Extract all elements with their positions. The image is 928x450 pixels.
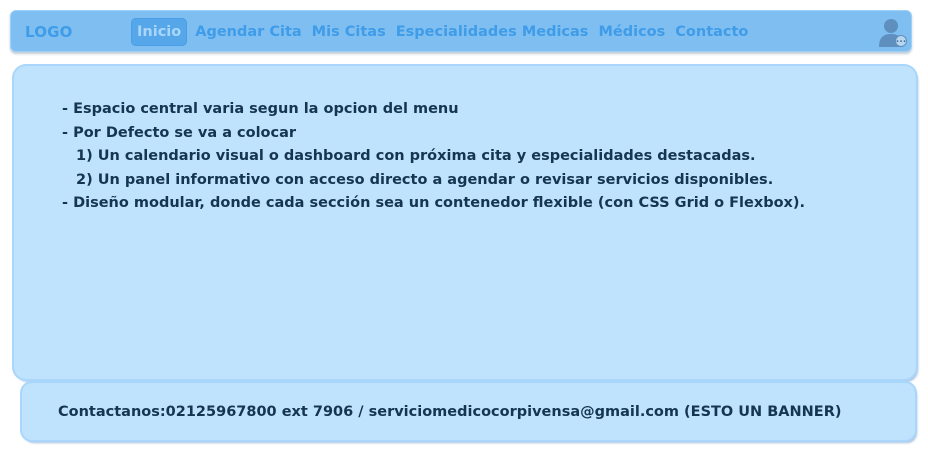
nav-item-especialidades-medicas[interactable]: Especialidades Medicas <box>396 24 589 40</box>
top-navbar: LOGO Inicio Agendar Cita Mis Citas Espec… <box>10 10 912 52</box>
nav-item-label: Inicio <box>137 24 182 40</box>
content-line: - Espacio central varia segun la opcion … <box>62 101 459 117</box>
content-line: - Por Defecto se va a colocar <box>62 124 297 141</box>
logo[interactable]: LOGO <box>25 11 73 53</box>
nav-item-mis-citas[interactable]: Mis Citas <box>312 24 386 40</box>
nav-item-medicos[interactable]: Médicos <box>598 24 665 40</box>
svg-text:•••: ••• <box>896 39 907 46</box>
nav-item-contacto[interactable]: Contacto <box>675 24 748 40</box>
nav-item-inicio[interactable]: Inicio <box>131 18 188 46</box>
main-content-panel: - Espacio central varia segun la opcion … <box>14 66 916 379</box>
nav-item-agendar-cita[interactable]: Agendar Cita <box>195 24 301 40</box>
contact-banner: Contactanos:02125967800 ext 7906 / servi… <box>22 383 915 440</box>
main-menu: Inicio Agendar Cita Mis Citas Especialid… <box>131 11 758 53</box>
content-text: - Espacio central varia segun la opcion … <box>62 98 805 216</box>
contact-banner-text: Contactanos:02125967800 ext 7906 / servi… <box>58 404 842 420</box>
content-line: 2) Un panel informativo con acceso direc… <box>76 171 774 188</box>
user-avatar-icon[interactable]: ••• <box>878 17 908 48</box>
content-line: - Diseño modular, donde cada sección sea… <box>62 195 806 211</box>
content-line: 1) Un calendario visual o dashboard con … <box>76 148 756 164</box>
